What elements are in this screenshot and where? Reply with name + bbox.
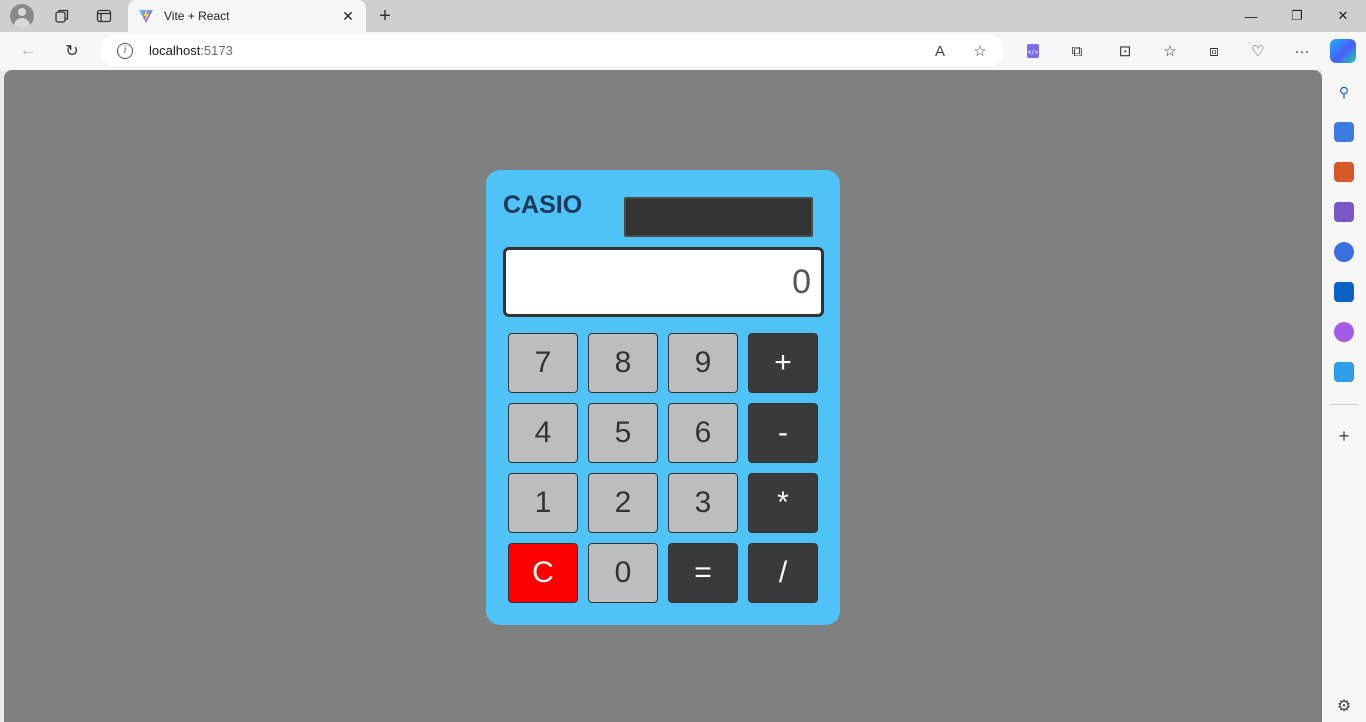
collections-icon[interactable]: ⧈ [1202,39,1226,63]
key-3-button[interactable]: 3 [668,473,738,533]
svg-text:</>: </> [1028,49,1039,56]
close-window-button[interactable]: ✕ [1320,0,1366,32]
key-clear-button[interactable]: C [508,543,578,603]
read-aloud-icon[interactable]: A [928,39,952,63]
restore-button[interactable]: ❐ [1274,0,1320,32]
key-divide-button[interactable]: / [748,543,818,603]
extension-code-icon[interactable]: </> [1021,39,1045,63]
key-equals-button[interactable]: = [668,543,738,603]
key-8-button[interactable]: 8 [588,333,658,393]
search-icon[interactable]: ⚲ [1334,82,1354,102]
key-4-button[interactable]: 4 [508,403,578,463]
page-viewport: CASIO 0 7 8 9 +4 5 6-1 2 3 * C 0 = / [4,70,1322,722]
key-2-button[interactable]: 2 [588,473,658,533]
workspaces-icon[interactable] [48,4,76,28]
back-button[interactable]: ← [14,37,42,65]
tools-icon[interactable] [1334,162,1354,182]
profile-avatar-icon[interactable] [10,4,34,28]
designer-icon[interactable] [1334,322,1354,342]
new-tab-button[interactable]: + [372,4,398,28]
send-icon[interactable] [1334,362,1354,382]
address-bar[interactable]: i localhost:5173 A ☆ [100,35,1004,66]
key-9-button[interactable]: 9 [668,333,738,393]
tab-strip: Vite + React ✕ + — ❐ ✕ [0,0,1366,32]
tab-title: Vite + React [164,9,230,23]
shopping-icon[interactable] [1334,122,1354,142]
key-minus-button[interactable]: - [748,403,818,463]
key-1-button[interactable]: 1 [508,473,578,533]
key-0-button[interactable]: 0 [588,543,658,603]
vite-logo-icon [139,9,153,23]
solar-panel [624,197,813,237]
tab-actions-icon[interactable] [90,4,118,28]
favorites-icon[interactable]: ☆ [1158,39,1182,63]
copilot-icon[interactable] [1330,39,1356,63]
browser-essentials-icon[interactable]: ♡ [1246,39,1270,63]
browser-toolbar: ← ↻ i localhost:5173 A ☆ </> ⧉ ⊡ ☆ ⧈ ♡ ·… [0,32,1366,70]
add-favorite-icon[interactable]: ☆ [968,39,992,63]
key-6-button[interactable]: 6 [668,403,738,463]
add-sidebar-app-icon[interactable]: + [1334,426,1354,446]
brand-label: CASIO [503,191,583,219]
url-text: localhost:5173 [149,43,233,58]
close-tab-icon[interactable]: ✕ [336,4,360,28]
key-multiply-button[interactable]: * [748,473,818,533]
tab-vite-react[interactable]: Vite + React ✕ [128,0,366,32]
outlook-icon[interactable] [1334,282,1354,302]
refresh-button[interactable]: ↻ [58,37,86,65]
site-info-icon[interactable]: i [117,42,133,59]
key-5-button[interactable]: 5 [588,403,658,463]
edge-sidebar: ⚲ + ⚙ [1322,70,1366,722]
minimize-button[interactable]: — [1228,0,1274,32]
key-plus-button[interactable]: + [748,333,818,393]
sidebar-divider [1330,404,1358,405]
key-7-button[interactable]: 7 [508,333,578,393]
games-icon[interactable] [1334,202,1354,222]
extensions-icon[interactable]: ⧉ [1065,39,1089,63]
split-screen-icon[interactable]: ⊡ [1113,39,1137,63]
sidebar-settings-icon[interactable]: ⚙ [1334,696,1354,716]
calculator: CASIO 0 7 8 9 +4 5 6-1 2 3 * C 0 = / [486,170,840,625]
calculator-display: 0 [503,247,824,317]
settings-more-icon[interactable]: ··· [1290,39,1314,63]
microsoft365-icon[interactable] [1334,242,1354,262]
